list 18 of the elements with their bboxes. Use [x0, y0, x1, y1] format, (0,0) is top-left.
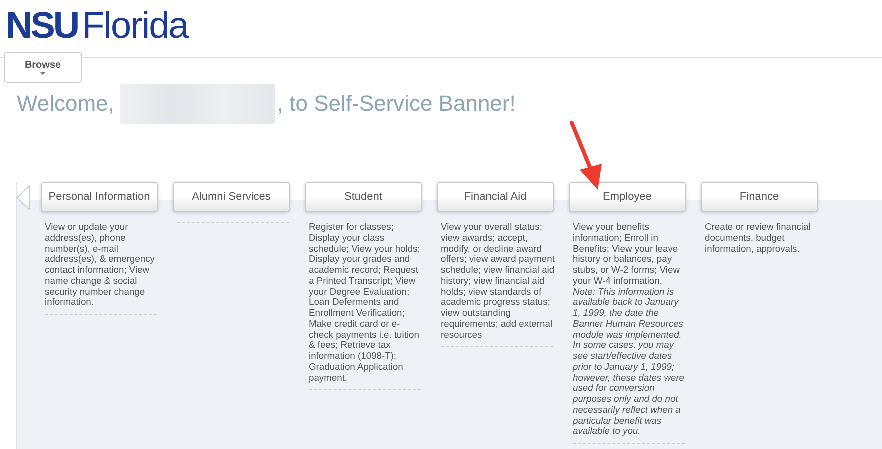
category-description: Create or review financial documents, budget information, approvals. [704, 222, 812, 256]
category-button[interactable]: Finance [701, 182, 818, 212]
category-button[interactable]: Student [305, 182, 422, 212]
caret-icon [40, 72, 46, 75]
category-button[interactable]: Personal Information [41, 182, 158, 212]
logo-text: Florida [82, 6, 188, 46]
welcome-text: Welcome, [17, 91, 114, 117]
logo-bold-text: NSU [6, 6, 78, 46]
category-description: View or update your address(es), phone number(s), e-mail address(es), & emergency contact information; View name change & social security number change information. [44, 222, 156, 310]
left-arrow-icon[interactable] [16, 185, 31, 211]
category-description: View your benefits information; Enroll in Benefits; View your leave history or balances, pay stubs, or W-2 forms; View your W-4 information. Note: This information is available back to January 1, 1999, the date the Banner Human Resources module was implemented. In some cases, you may see start/effective dates prior to January 1, 1999; however, these dates were used for conversion purposes only and do not necessarily reflect when a particular benefit was available to you. [572, 222, 686, 438]
welcome-text: , to Self-Service Banner! [277, 91, 516, 117]
category-button[interactable]: Employee [569, 182, 686, 212]
category-button[interactable]: Financial Aid [437, 182, 554, 212]
browse-button[interactable]: Browse [4, 52, 82, 83]
category-button[interactable]: Alumni Services [173, 182, 290, 212]
category-description: View your overall status; view awards; accept, modify, or decline award offers; view award payment schedule; view financial aid history; view financial aid holds; view standards of academic progress status; view outstanding requirements; add external resources [440, 222, 555, 342]
category-description: Register for classes; Display your class schedule; View your holds; Display your grades and academic record; Request a Printed Transcript; View your Degree Evaluation; Loan Deferments and Enrollment Verification; Make credit card or e-check payments i.e. tuition & fees; Retrieve tax information (1098-T); Graduation Application payment. [308, 222, 422, 385]
